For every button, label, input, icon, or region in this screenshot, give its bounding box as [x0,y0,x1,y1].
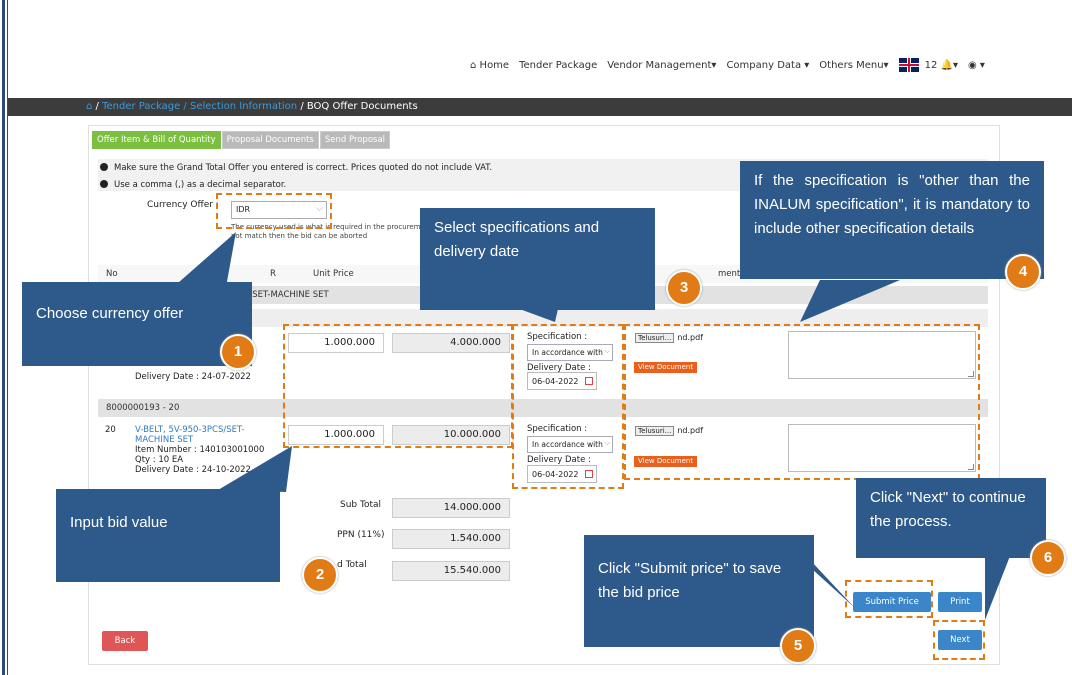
step-badge-4: 4 [1005,254,1041,290]
step-badge-3: 3 [666,270,702,306]
step-badge-1: 1 [220,334,256,370]
pointer-6 [985,556,1010,620]
step-badge-2: 2 [302,557,338,593]
callout-6: Click "Next" to continue the process. [856,478,1046,558]
callout-1: Choose currency offer [22,282,252,366]
callout-5: Click "Submit price" to save the bid pri… [584,535,814,647]
pointer-4 [800,280,900,322]
callout-2: Input bid value [56,489,280,582]
callout-4: If the specification is "other than the … [740,161,1044,279]
step-badge-5: 5 [780,628,816,664]
pointer-2 [218,446,292,492]
callout-3: Select specifications and delivery date [420,208,655,310]
step-badge-6: 6 [1030,540,1066,576]
screenshot: ⌂ Home Tender Package Vendor Management▾… [0,0,1072,675]
